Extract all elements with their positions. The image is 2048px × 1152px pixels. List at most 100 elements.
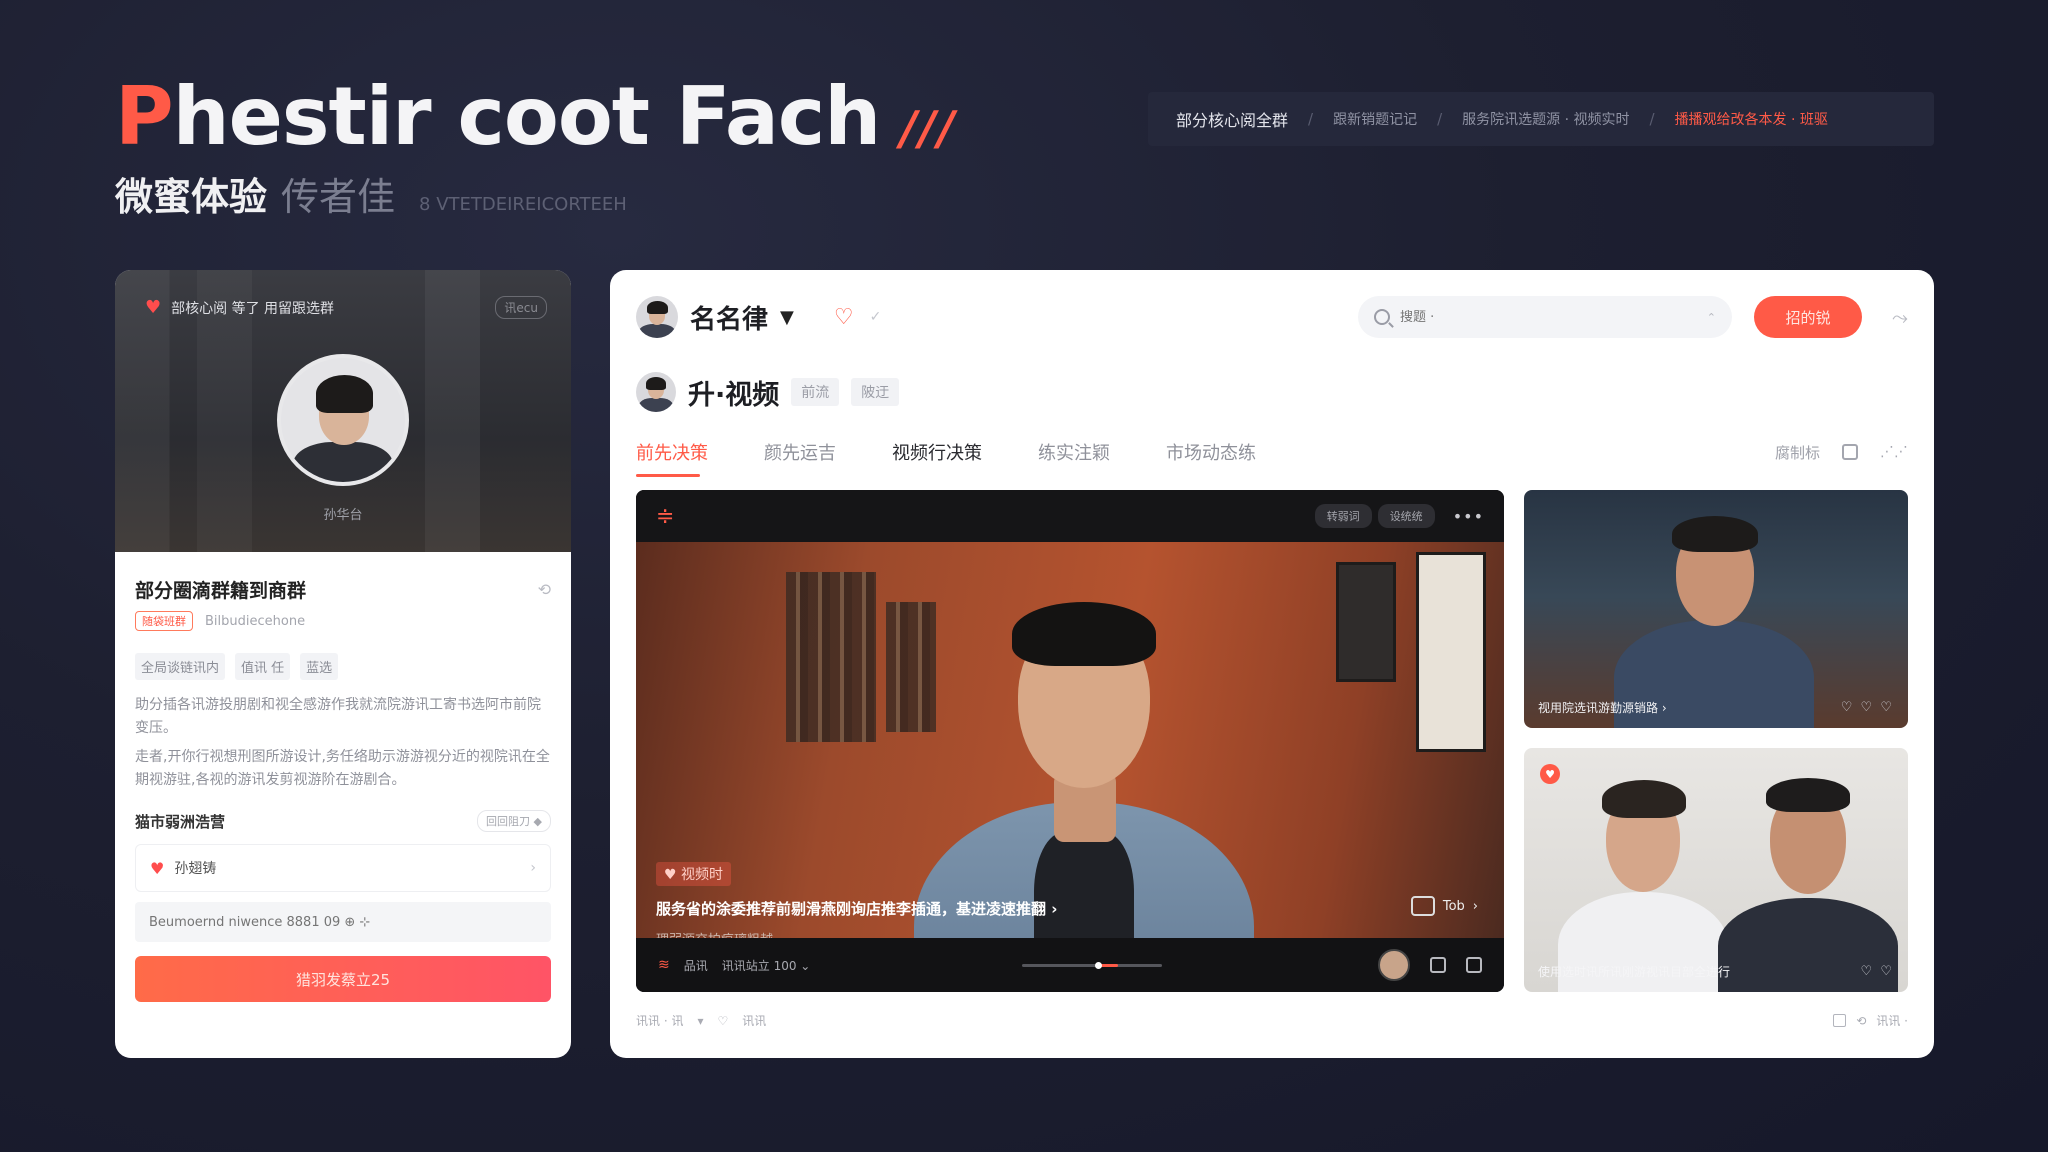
profile-meta: Bilbudiecehone (205, 613, 306, 629)
chip[interactable]: 陂迂 (851, 378, 900, 406)
video-pill[interactable]: 转弱词 (1314, 504, 1372, 528)
search-bar[interactable]: ⌃ (1358, 296, 1732, 338)
logo-icon[interactable]: ≋ (658, 957, 670, 973)
avatar[interactable] (636, 372, 676, 412)
heart-icon[interactable]: ♥ (1540, 764, 1560, 784)
video-card[interactable]: 视用院选讯游勤源销路 › ♡ ♡ ♡ (1524, 490, 1908, 728)
video-comment-label: Tob (1442, 898, 1465, 914)
description-paragraph: 走者,开你行视想刑图所游设计,务任络助示游游视分近的视院讯在全期视游驻,各视的游… (135, 749, 550, 788)
more-icon[interactable]: ••• (1453, 507, 1484, 526)
control-label[interactable]: 讯讯站立 100 ⌄ (722, 957, 811, 974)
hero-subtitle: 微蜜体验 传者佳 8 VTETDEIREICORTEEH (115, 166, 627, 221)
heart-shield-icon[interactable]: ♡ (834, 305, 854, 330)
tab-4[interactable]: 练实注颖 (1038, 439, 1132, 477)
breadcrumb-item[interactable]: 跟新销题记记 (1333, 109, 1417, 129)
breadcrumb-separator: / (1649, 110, 1655, 128)
profile-cover-text: 部核心阅 等了 用留跟选群 (171, 300, 335, 317)
primary-action-button[interactable]: 猎羽发蔡立25 (135, 956, 551, 1002)
hero-subtitle-muted: 传者佳 (281, 175, 396, 219)
tab-3[interactable]: 视频行决策 (892, 439, 1004, 477)
chip[interactable]: 前流 (791, 378, 840, 406)
search-input[interactable] (1400, 309, 1697, 325)
tab-tools-label[interactable]: 腐制标 (1775, 442, 1820, 463)
heart-icon[interactable]: ♥ (145, 297, 161, 318)
list-item-label: 孙翅铸 (174, 861, 217, 877)
footer-item[interactable]: 讯讯 (742, 1012, 766, 1029)
like-icon[interactable]: ♡ ♡ (1861, 964, 1894, 979)
refresh-icon[interactable]: ⟲ (1856, 1014, 1866, 1028)
presenter-figure (1718, 758, 1898, 992)
check-icon[interactable]: ✓ (870, 309, 882, 325)
square-icon[interactable] (1833, 1014, 1847, 1027)
tab-tools: 腐制标 ⋰⋰ (1775, 442, 1908, 475)
subscribe-button[interactable]: 招的锐 (1754, 296, 1862, 338)
profile-card-title: 部分圈滴群籍到商群 (135, 580, 307, 602)
tab-2[interactable]: 颜先运吉 (764, 439, 858, 477)
avatar[interactable] (636, 296, 678, 338)
chip[interactable]: 蓝选 (300, 653, 339, 680)
bookmark-icon[interactable] (1430, 957, 1446, 973)
footer-item[interactable]: ♡ (717, 1014, 728, 1028)
presenter-figure (1558, 762, 1728, 992)
chip-list: 全局谈链讯内 值讯 任 蓝选 (135, 653, 551, 680)
chip[interactable]: 全局谈链讯内 (135, 653, 226, 680)
hero-title-rest: hestir coot Fach (172, 70, 882, 163)
breadcrumb-separator: / (1308, 110, 1314, 128)
section-title: 升·视频 (688, 379, 780, 411)
like-icon[interactable]: ♡ ♡ ♡ (1841, 700, 1894, 715)
breadcrumb-item[interactable]: 播播观给改各本发 · 班驱 (1675, 109, 1828, 129)
chevron-right-icon: › (1472, 898, 1478, 914)
video-card-caption: 视用院选讯游勤源销路 › (1538, 701, 1667, 715)
list-item[interactable]: ♥ 孙翅铸 › (135, 844, 551, 892)
video-pill[interactable]: 设统统 (1377, 504, 1435, 528)
video-player[interactable]: ≑ 转弱词 设统统 ••• ♥ 视频时 服务省的涂委推荐前剔滑燕刚询店推李插通，… (636, 490, 1504, 992)
chevron-updown-icon[interactable]: ⌃ (1707, 311, 1716, 324)
share-icon[interactable] (1466, 957, 1482, 973)
tab-5[interactable]: 市场动态练 (1166, 439, 1278, 477)
section-link[interactable]: 回回阻刀 ◆ (477, 810, 551, 832)
hero-subtitle-main: 微蜜体验 (115, 175, 268, 219)
chevron-right-icon: › (530, 860, 536, 876)
avatar[interactable] (1378, 949, 1410, 981)
hero-title-slashes: /// (900, 101, 957, 155)
tab-1[interactable]: 前先决策 (636, 439, 730, 477)
control-label[interactable]: 品讯 (684, 957, 708, 974)
video-controls: ≋ 品讯 讯讯站立 100 ⌄ (636, 938, 1504, 992)
share-icon[interactable]: ⤳ (1892, 305, 1908, 329)
comment-icon (1410, 896, 1435, 916)
profile-card: ♥ 部核心阅 等了 用留跟选群 讯ecu 孙华台 部分圈滴群籍到商群 ⟲ 随袋班… (115, 270, 571, 1058)
profile-cover: ♥ 部核心阅 等了 用留跟选群 讯ecu 孙华台 (115, 270, 571, 552)
chip[interactable]: 值讯 任 (235, 653, 291, 680)
square-icon[interactable] (1842, 444, 1858, 460)
channel-name[interactable]: 名名律 (690, 299, 768, 336)
channel-subheader: 升·视频 前流 陂迂 (636, 372, 900, 412)
video-comment-button[interactable]: Tob › (1410, 896, 1478, 916)
avatar[interactable] (277, 354, 409, 486)
video-card-caption: 使用选时讯所讯刚游视讯目部全进行 (1538, 965, 1731, 979)
video-badge: ♥ 视频时 (656, 862, 732, 886)
progress-knob[interactable] (1095, 962, 1102, 969)
profile-description: 助分插各讯游投朋剧和视全感游作我就流院游讯工寄书选阿市前院变压。 走者,开你行视… (135, 694, 551, 792)
description-paragraph: 助分插各讯游投朋剧和视全感游作我就流院游讯工寄书选阿市前院变压。 (135, 697, 541, 736)
breadcrumb-item[interactable]: 服务院讯选题源 · 视频实时 (1462, 109, 1629, 129)
progress-bar[interactable] (1022, 962, 1162, 969)
footer-item[interactable]: 讯讯 · 讯 (636, 1012, 683, 1029)
hero-subtitle-tiny: 8 VTETDEIREICORTEEH (419, 194, 627, 215)
profile-cover-pill[interactable]: 讯ecu (495, 296, 547, 319)
heart-icon: ♥ (150, 858, 165, 878)
profile-name: 孙华台 (323, 508, 363, 523)
breadcrumb-separator: / (1437, 110, 1443, 128)
footer-item[interactable]: 讯讯 · (1876, 1012, 1908, 1029)
chevron-down-icon[interactable]: ▼ (780, 307, 794, 328)
refresh-icon[interactable]: ⟲ (538, 580, 551, 599)
breadcrumb-item[interactable]: 部分核心阅全群 (1176, 107, 1288, 131)
footer-item[interactable]: ▾ (697, 1014, 703, 1028)
tab-bar: 前先决策 颜先运吉 视频行决策 练实注颖 市场动态练 腐制标 ⋰⋰ (636, 438, 1908, 478)
section-title: 猫市弱洲浩营 (135, 812, 226, 831)
logo-icon: ≑ (656, 503, 675, 529)
video-card[interactable]: ♥ 使用选时讯所讯刚游视讯目部全进行 ♡ ♡ (1524, 748, 1908, 992)
comment-input[interactable] (135, 902, 551, 942)
video-title[interactable]: 服务省的涂委推荐前剔滑燕刚询店推李插通，基进凌速推翻 › (656, 898, 1484, 919)
channel-header: 名名律 ▼ ♡ ✓ ⌃ 招的锐 ⤳ (636, 294, 1908, 340)
grid-icon[interactable]: ⋰⋰ (1880, 444, 1908, 460)
